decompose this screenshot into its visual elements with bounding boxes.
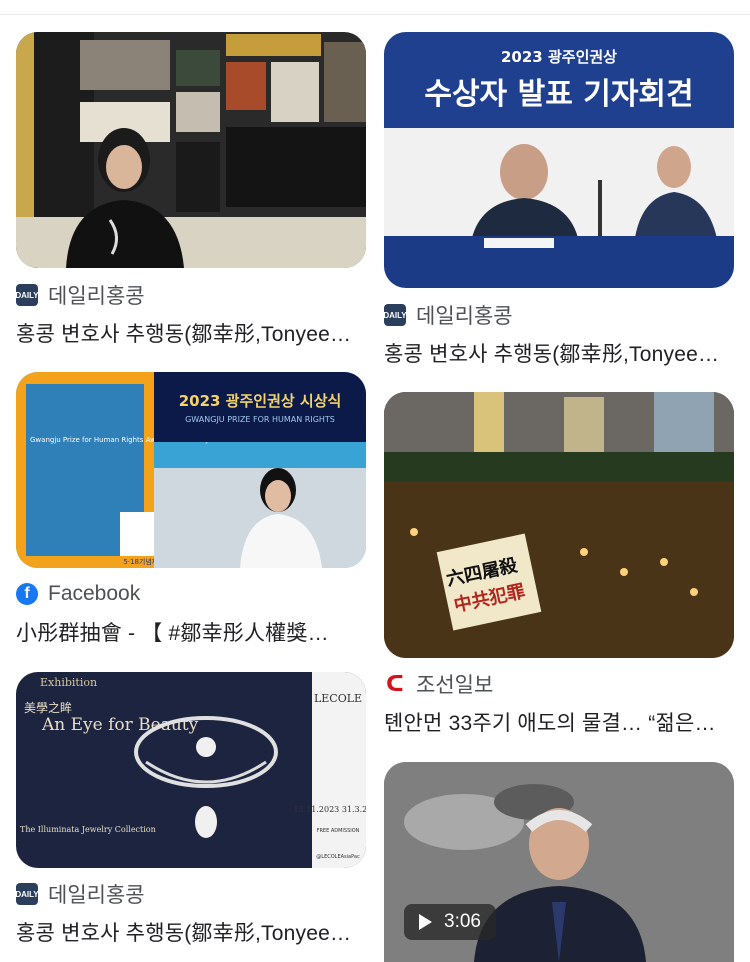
ceremony-subtitle: GWANGJU PRIZE FOR HUMAN RIGHTS	[185, 415, 335, 424]
play-icon	[419, 914, 432, 930]
result-title[interactable]: 小彤群抽會 - 【 #鄒幸彤人權獎…	[16, 617, 366, 647]
result-thumbnail[interactable]: 六四屠殺 中共犯罪	[384, 392, 734, 658]
video-duration-badge: 3:06	[404, 904, 496, 940]
result-thumbnail[interactable]: 2023 광주인권상 수상자 발표 기자회견	[384, 32, 734, 288]
video-duration: 3:06	[444, 911, 481, 932]
top-divider	[0, 0, 750, 15]
dailyhongkong-logo-icon: DAILY	[15, 883, 39, 905]
source-name: 데일리홍콩	[416, 305, 513, 328]
source-name: 조선일보	[416, 674, 494, 697]
exhibit-brand: LECOLE	[314, 692, 362, 705]
exhibit-collection: The Illuminata Jewelry Collection	[20, 825, 156, 834]
result-title[interactable]: 톈안먼 33주기 애도의 물결… “젊은이…	[384, 707, 734, 737]
result-source[interactable]: DAILY 데일리홍콩	[383, 302, 513, 328]
result-title[interactable]: 홍콩 변호사 추행동(鄒幸彤,Tonyee…	[384, 338, 734, 368]
exhibit-tag: @LECOLEAsiaPac	[316, 854, 360, 860]
exhibit-free: FREE ADMISSION	[317, 828, 360, 834]
result-source[interactable]: f Facebook	[16, 581, 140, 607]
presser-line2: 수상자 발표 기자회견	[424, 77, 693, 112]
exhibit-title: An Eye for Beauty	[41, 715, 199, 735]
exhibit-header: Exhibition	[40, 676, 97, 689]
video-thumbnail[interactable]: 3:06	[384, 762, 734, 962]
source-name: 데일리홍콩	[48, 884, 145, 907]
source-name: Facebook	[48, 582, 141, 605]
result-title[interactable]: 홍콩 변호사 추행동(鄒幸彤,Tonyee…	[16, 318, 366, 348]
result-title[interactable]: 홍콩 변호사 추행동(鄒幸彤,Tonyee…	[16, 917, 366, 947]
exhibit-cjk-title: 美學之眸	[24, 700, 72, 715]
exhibit-dates: 13.11.2023 31.3.2024	[293, 805, 366, 814]
result-source[interactable]: DAILY 데일리홍콩	[15, 282, 145, 308]
result-thumbnail[interactable]: Exhibition 美學之眸 An Eye for Beauty The Il…	[16, 672, 366, 868]
result-thumbnail[interactable]	[16, 32, 366, 268]
dailyhongkong-logo-icon: DAILY	[383, 304, 407, 326]
source-name: 데일리홍콩	[48, 285, 145, 308]
facebook-logo-icon: f	[16, 583, 38, 605]
result-source[interactable]: DAILY 데일리홍콩	[15, 881, 145, 907]
ceremony-title: 2023 광주인권상 시상식	[179, 392, 342, 410]
presser-line1: 2023 광주인권상	[501, 48, 617, 66]
chosun-logo-icon: ᑕ	[386, 671, 404, 696]
dailyhongkong-logo-icon: DAILY	[15, 284, 39, 306]
result-source[interactable]: ᑕ 조선일보	[384, 671, 493, 697]
result-thumbnail[interactable]: Gwangju Prize for Human Rights Awards Ce…	[16, 372, 366, 568]
